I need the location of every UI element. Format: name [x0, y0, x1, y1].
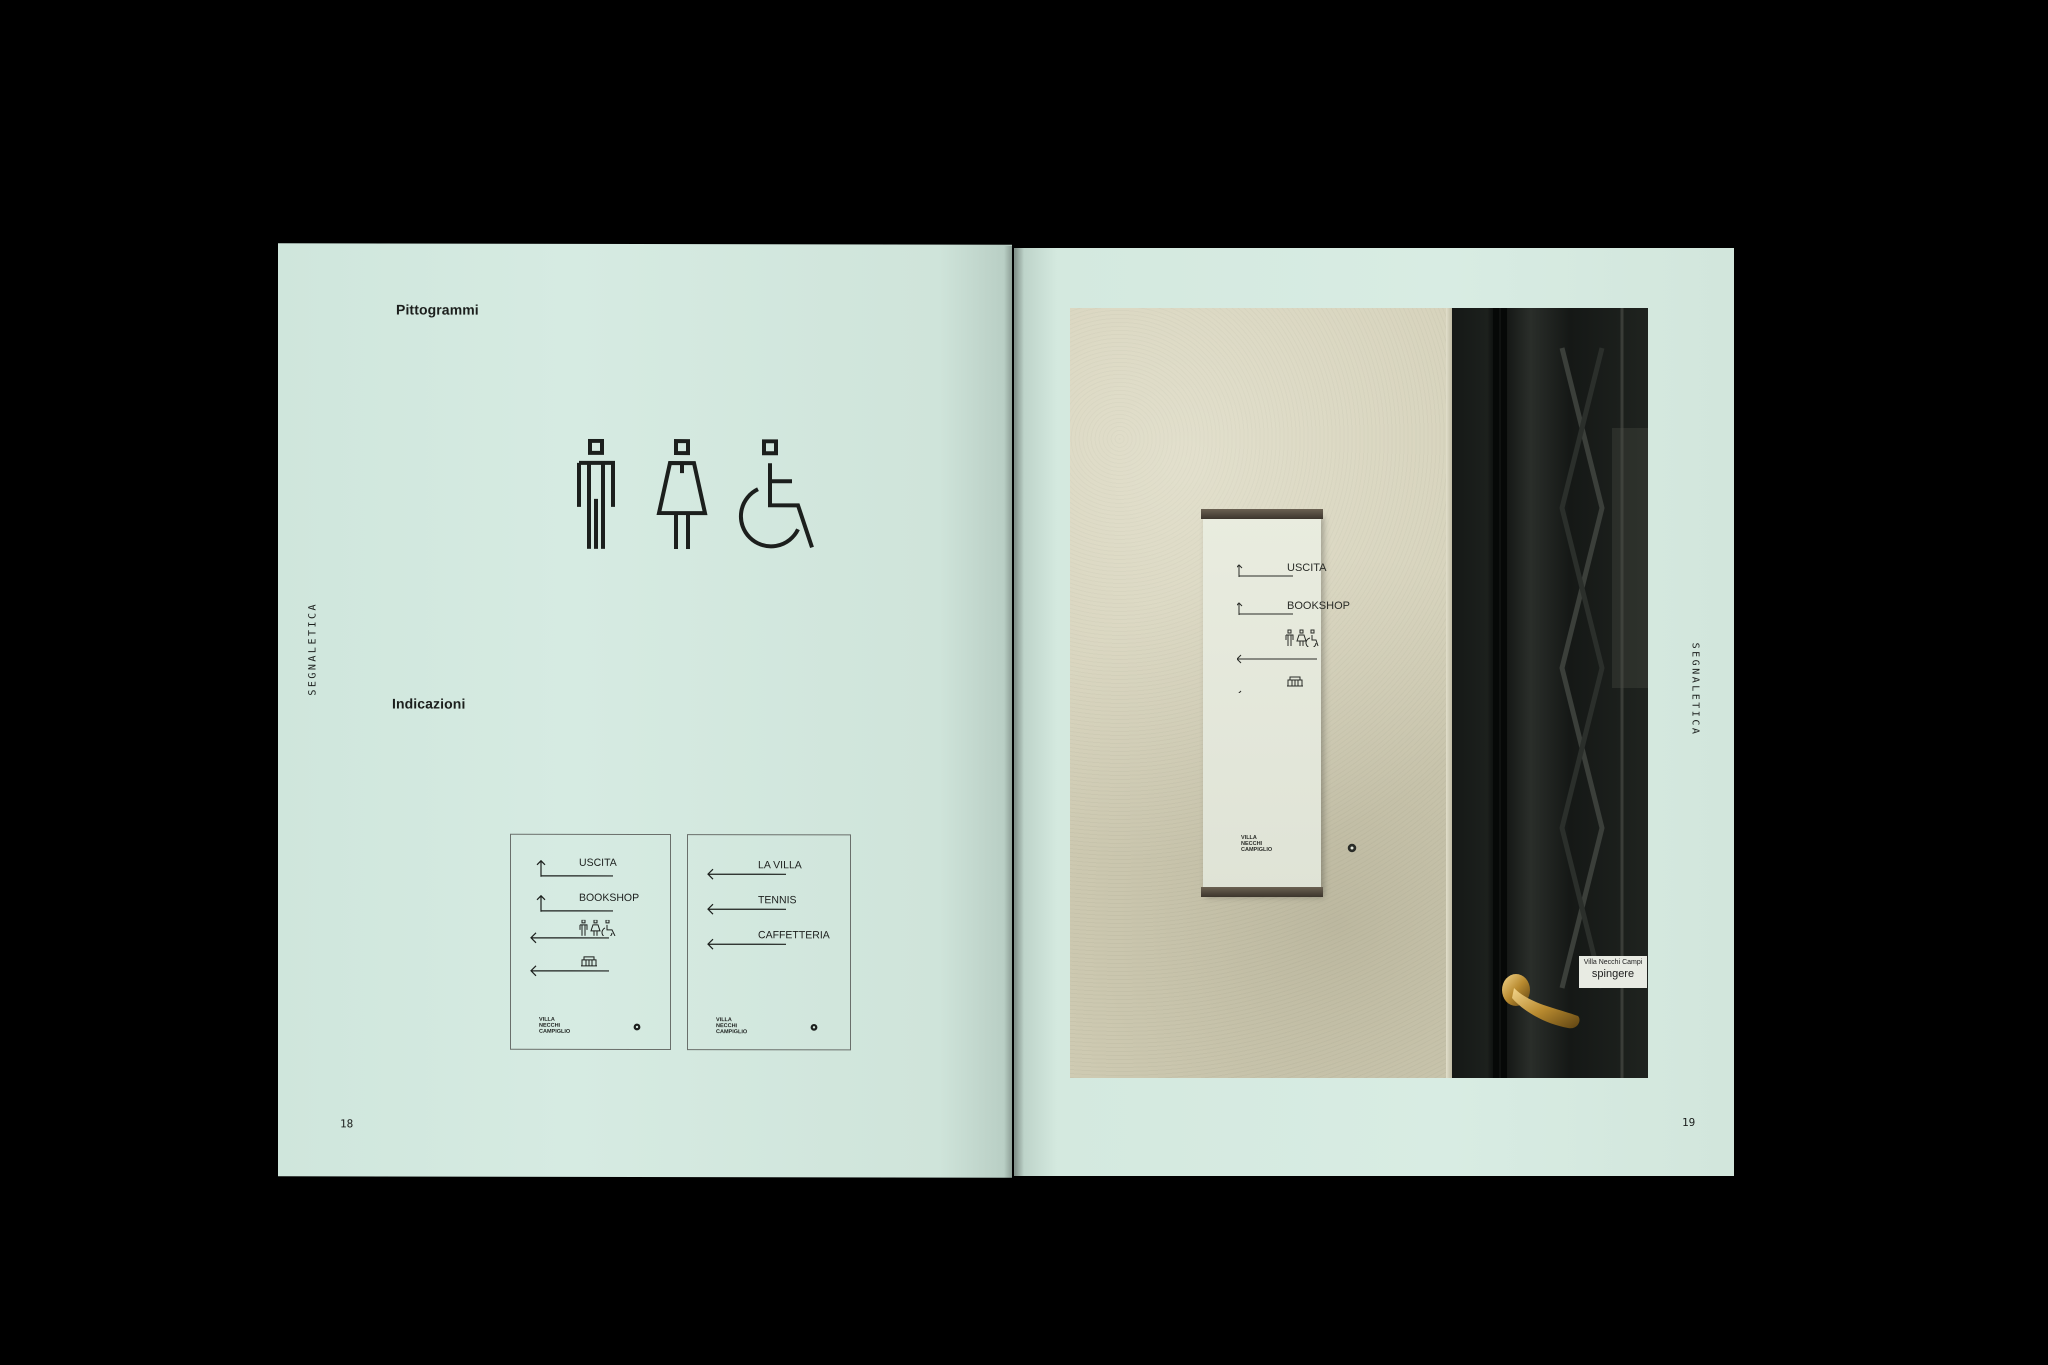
top-rail	[1201, 509, 1323, 519]
sign-row-exit: USCITA	[511, 857, 670, 879]
sign-label: CAFFETTERIA	[758, 929, 830, 942]
sign-label: LA VILLA	[758, 859, 802, 872]
wall-sign-shop-icon	[1287, 676, 1303, 687]
signage-photo: USCITA BOOKSHOP VILLA NECCHI CAMPIGLIO V…	[1070, 308, 1648, 1078]
sign-row-restrooms	[511, 919, 670, 944]
sign-label: BOOKSHOP	[579, 891, 640, 904]
sign-row-tennis: TENNIS	[688, 894, 850, 916]
door-sticker: Villa Necchi Campi spingere	[1579, 956, 1647, 988]
villa-logo: VILLA NECCHI CAMPIGLIO	[716, 1017, 747, 1035]
restroom-icons	[579, 919, 616, 936]
wall-sign: USCITA BOOKSHOP VILLA NECCHI CAMPIGLIO	[1201, 509, 1357, 897]
sign-label: USCITA	[579, 856, 617, 869]
page-number-left: 18	[340, 1117, 354, 1131]
sign-card-1: USCITA BOOKSHOP VILLA NECCHI CAMPIGLIO	[510, 833, 671, 1051]
sign-row-villa: LA VILLA	[688, 859, 850, 881]
sign-label: TENNIS	[758, 894, 797, 907]
sign-row-bookshop: BOOKSHOP	[511, 892, 670, 914]
logo-line: CAMPIGLIO	[539, 1028, 571, 1035]
sign-card-2: LA VILLA TENNIS CAFFETTERIA VILLA NECCHI…	[687, 834, 851, 1051]
wall-sign-label: BOOKSHOP	[1287, 600, 1350, 612]
section-label-left: SEGNALETICA	[307, 601, 319, 696]
clover-mark-icon	[1347, 843, 1357, 853]
clover-mark-icon	[633, 1023, 641, 1031]
wheelchair-icon	[736, 439, 818, 551]
door-handle	[1502, 974, 1580, 1029]
wall-sign-arrows	[1237, 564, 1317, 693]
wall-sign-logo: VILLA NECCHI CAMPIGLIO	[1241, 835, 1272, 853]
bottom-rail	[1201, 887, 1323, 897]
sticker-line-1: Villa Necchi Campi	[1583, 959, 1643, 966]
pictograms-heading: Pittogrammi	[396, 301, 479, 318]
villa-logo: VILLA NECCHI CAMPIGLIO	[539, 1017, 570, 1035]
left-page: Pittogrammi SEGNALETICA Indicazioni USCI…	[278, 243, 1012, 1178]
wall-sign-label: USCITA	[1287, 562, 1327, 574]
clover-mark-icon	[810, 1023, 818, 1031]
woman-icon	[656, 439, 708, 550]
section-label-right: SEGNALETICA	[1689, 642, 1701, 737]
shop-icon	[581, 956, 597, 967]
wall-sign-restroom-icons	[1285, 629, 1319, 647]
sign-row-shop	[511, 956, 670, 979]
man-icon	[576, 438, 618, 549]
directions-heading: Indicazioni	[392, 695, 466, 712]
book-spine	[1004, 246, 1024, 1178]
sticker-line-2: spingere	[1591, 968, 1635, 980]
logo-line: CAMPIGLIO	[716, 1029, 748, 1036]
logo-line: CAMPIGLIO	[1241, 847, 1273, 853]
sign-row-cafe: CAFFETTERIA	[688, 929, 850, 951]
page-number-right: 19	[1682, 1116, 1696, 1129]
